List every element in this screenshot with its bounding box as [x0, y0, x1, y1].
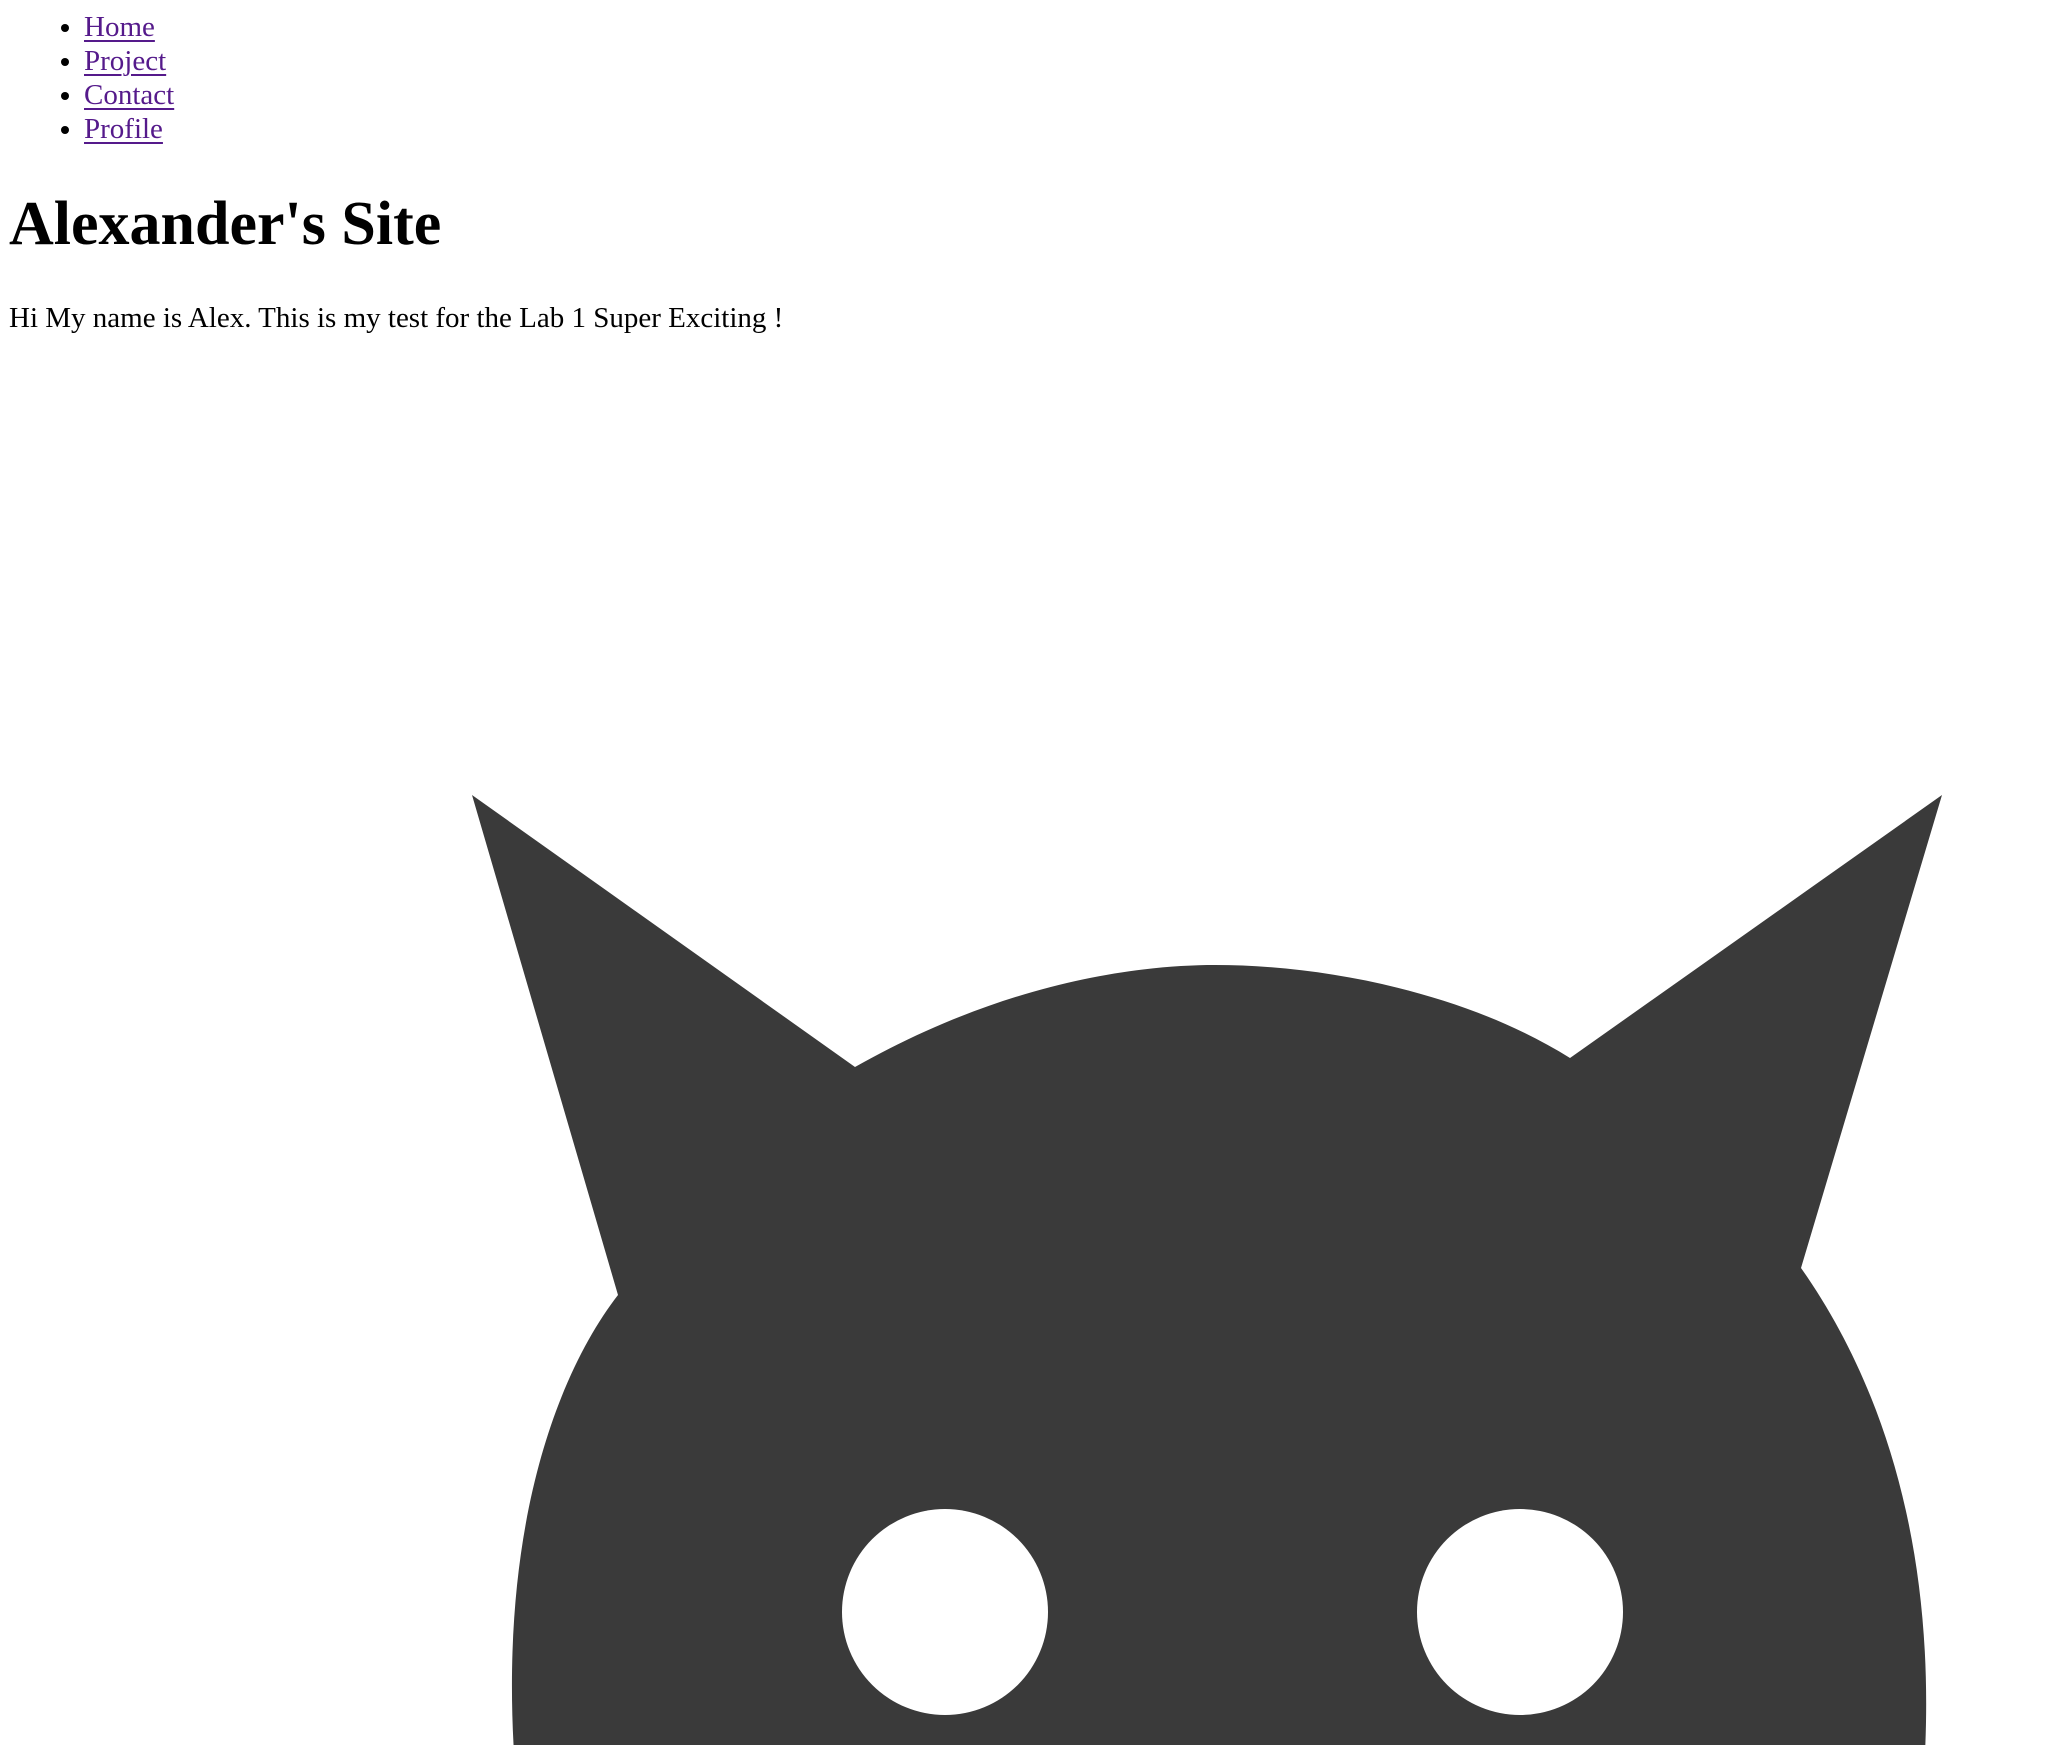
nav-item-project: Project [84, 44, 174, 78]
cat-head-shape [472, 795, 1942, 1745]
main-nav: Home Project Contact Profile [40, 10, 174, 146]
intro-paragraph: Hi My name is Alex. This is my test for … [9, 302, 784, 334]
nav-link-contact[interactable]: Contact [84, 79, 174, 111]
cat-left-eye [842, 1509, 1048, 1715]
nav-item-contact: Contact [84, 78, 174, 112]
page-title: Alexander's Site [9, 190, 442, 258]
nav-link-project[interactable]: Project [84, 45, 166, 77]
nav-item-home: Home [84, 10, 174, 44]
cat-right-eye [1417, 1509, 1623, 1715]
nav-item-profile: Profile [84, 112, 174, 146]
nav-link-profile[interactable]: Profile [84, 113, 163, 145]
nav-link-home[interactable]: Home [84, 11, 155, 43]
